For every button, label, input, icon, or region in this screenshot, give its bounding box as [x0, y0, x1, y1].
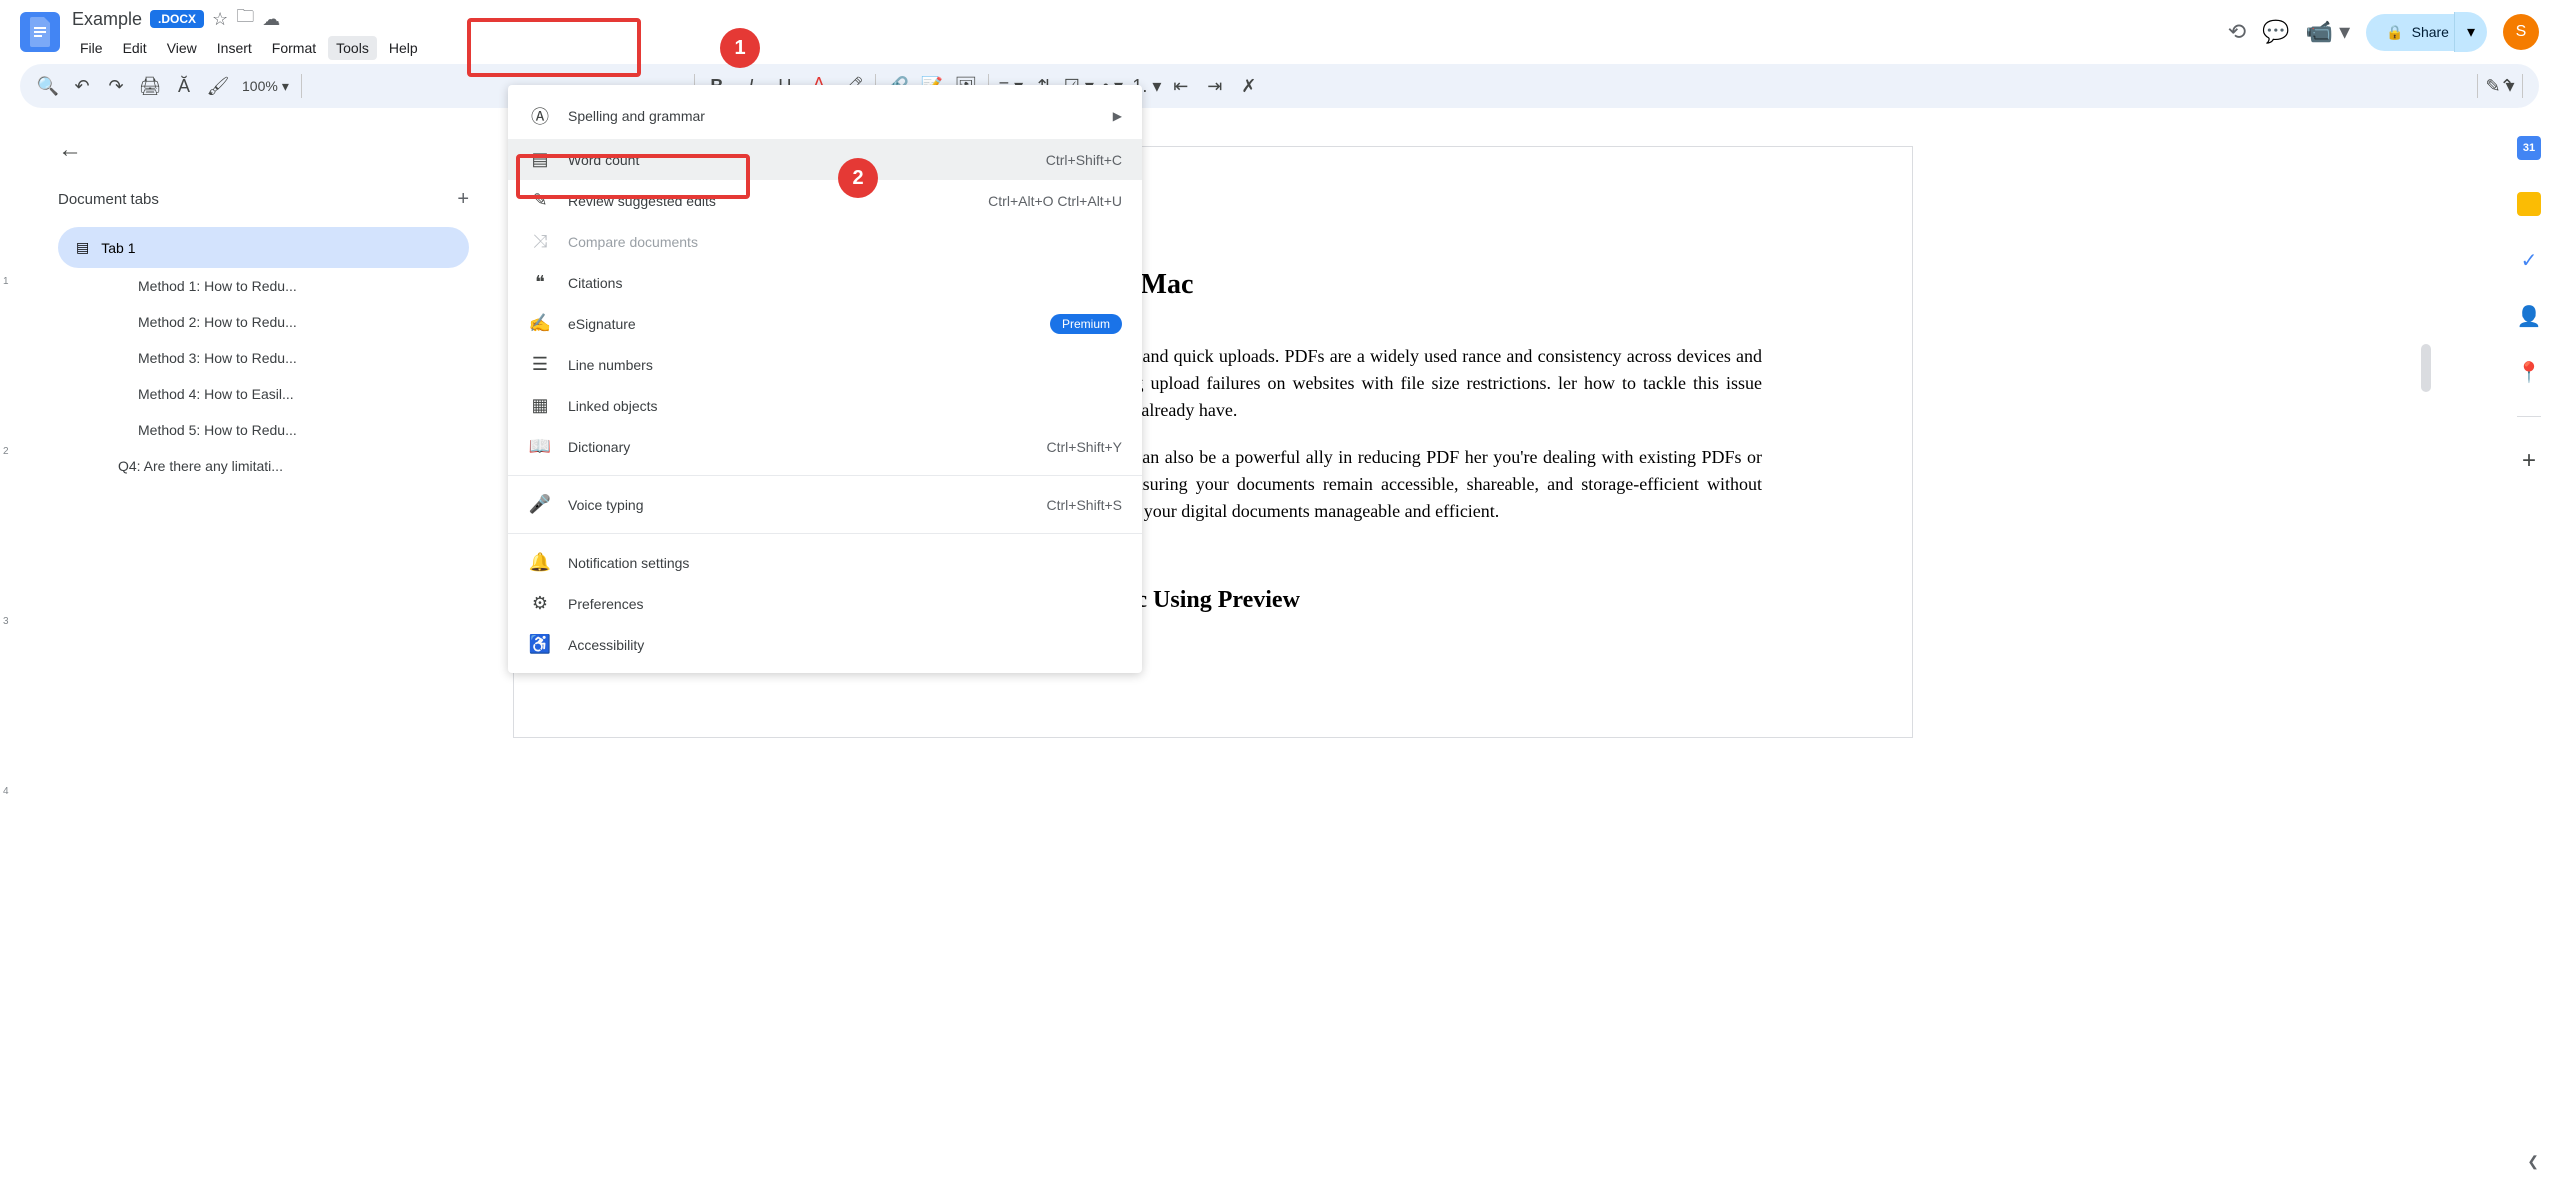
dropdown-line-numbers[interactable]: ☰ Line numbers: [508, 344, 1142, 385]
docs-app-icon[interactable]: [20, 12, 60, 52]
add-tab-icon[interactable]: +: [457, 188, 469, 211]
dropdown-linked-objects[interactable]: ▦ Linked objects: [508, 385, 1142, 426]
docs-logo-icon: [28, 17, 52, 47]
menu-view[interactable]: View: [159, 36, 205, 60]
outline-method-1[interactable]: Method 1: How to Redu...: [58, 268, 469, 304]
outline-q4[interactable]: Q4: Are there any limitati...: [58, 448, 469, 484]
main-area: 1 2 3 4 ← Document tabs + ▤ Tab 1 Method…: [0, 116, 2559, 1190]
menu-file[interactable]: File: [72, 36, 111, 60]
dropdown-voice-typing[interactable]: 🎤 Voice typing Ctrl+Shift+S: [508, 484, 1142, 525]
move-folder-icon[interactable]: 🗀: [236, 4, 254, 34]
preferences-icon: ⚙: [528, 593, 552, 614]
header: Example .DOCX ☆ 🗀 ☁ File Edit View Inser…: [0, 0, 2559, 64]
scrollbar-thumb[interactable]: [2421, 344, 2431, 392]
vertical-ruler[interactable]: 1 2 3 4: [0, 146, 28, 1190]
accessibility-icon: ♿: [528, 634, 552, 655]
side-panel: 31 ✓ 👤 📍 +: [2499, 116, 2559, 1190]
clear-formatting-icon[interactable]: ✗: [1233, 70, 1265, 102]
decrease-indent-icon[interactable]: ⇤: [1165, 70, 1197, 102]
maps-app-icon[interactable]: 📍: [2517, 360, 2541, 384]
annotation-badge-2: 2: [838, 158, 878, 198]
premium-badge: Premium: [1050, 314, 1122, 334]
sidebar-header: Document tabs +: [58, 188, 469, 211]
outline-method-3[interactable]: Method 3: How to Redu...: [58, 340, 469, 376]
dropdown-accessibility[interactable]: ♿ Accessibility: [508, 624, 1142, 665]
dropdown-citations[interactable]: ❝ Citations: [508, 262, 1142, 303]
paint-format-icon[interactable]: 🖌: [202, 70, 234, 102]
line-numbers-icon: ☰: [528, 354, 552, 375]
collapse-toolbar-icon[interactable]: ⌃: [2491, 70, 2523, 102]
title-row: Example .DOCX ☆ 🗀 ☁: [72, 4, 2228, 34]
compare-icon: ⤨: [528, 231, 552, 252]
annotation-box-1: [467, 18, 641, 77]
dropdown-notification-settings[interactable]: 🔔 Notification settings: [508, 542, 1142, 583]
dictionary-icon: 📖: [528, 436, 552, 457]
spellcheck-icon[interactable]: Ă: [168, 70, 200, 102]
menu-edit[interactable]: Edit: [115, 36, 155, 60]
share-label: Share: [2412, 24, 2449, 40]
title-area: Example .DOCX ☆ 🗀 ☁ File Edit View Inser…: [72, 4, 2228, 60]
esignature-icon: ✍: [528, 313, 552, 334]
redo-icon[interactable]: ↷: [100, 70, 132, 102]
dropdown-preferences[interactable]: ⚙ Preferences: [508, 583, 1142, 624]
dropdown-spelling-grammar[interactable]: Ⓐ Spelling and grammar ▶: [508, 93, 1142, 139]
search-icon[interactable]: 🔍: [32, 70, 64, 102]
separator: [2477, 74, 2478, 98]
increase-indent-icon[interactable]: ⇥: [1199, 70, 1231, 102]
tab-1[interactable]: ▤ Tab 1: [58, 227, 469, 268]
menu-insert[interactable]: Insert: [209, 36, 260, 60]
sidebar-title: Document tabs: [58, 191, 159, 208]
citations-icon: ❝: [528, 272, 552, 293]
submenu-arrow-icon: ▶: [1113, 109, 1122, 123]
print-icon[interactable]: 🖨: [134, 70, 166, 102]
linked-objects-icon: ▦: [528, 395, 552, 416]
dropdown-compare-documents: ⤨ Compare documents: [508, 221, 1142, 262]
annotation-badge-1: 1: [720, 28, 760, 68]
menu-format[interactable]: Format: [264, 36, 324, 60]
undo-icon[interactable]: ↶: [66, 70, 98, 102]
star-icon[interactable]: ☆: [212, 9, 228, 30]
calendar-app-icon[interactable]: 31: [2517, 136, 2541, 160]
cloud-status-icon[interactable]: ☁: [262, 9, 280, 30]
contacts-app-icon[interactable]: 👤: [2517, 304, 2541, 328]
dropdown-dictionary[interactable]: 📖 Dictionary Ctrl+Shift+Y: [508, 426, 1142, 467]
bell-icon: 🔔: [528, 552, 552, 573]
menu-help[interactable]: Help: [381, 36, 426, 60]
outline-method-5[interactable]: Method 5: How to Redu...: [58, 412, 469, 448]
document-tab-icon: ▤: [76, 239, 89, 256]
add-addon-icon[interactable]: +: [2517, 449, 2541, 473]
share-dropdown-button[interactable]: ▾: [2454, 12, 2487, 52]
document-title[interactable]: Example: [72, 9, 142, 30]
comments-icon[interactable]: 💬: [2262, 19, 2289, 45]
show-side-panel-icon[interactable]: ❮: [2527, 1153, 2539, 1170]
sidebar: ← Document tabs + ▤ Tab 1 Method 1: How …: [28, 116, 489, 1190]
outline-method-4[interactable]: Method 4: How to Easil...: [58, 376, 469, 412]
separator: [301, 74, 302, 98]
back-arrow-icon[interactable]: ←: [58, 136, 469, 164]
spellcheck-icon: Ⓐ: [528, 103, 552, 129]
zoom-selector[interactable]: 100% ▾: [236, 78, 295, 95]
toolbar: 🔍 ↶ ↷ 🖨 Ă 🖌 100% ▾ B I U A 🖍 🔗 📝 🖼 ≡ ▾ ⇅…: [20, 64, 2539, 108]
keep-app-icon[interactable]: [2517, 192, 2541, 216]
avatar[interactable]: S: [2503, 14, 2539, 50]
menu-tools[interactable]: Tools: [328, 36, 377, 60]
panel-separator: [2517, 416, 2541, 417]
outline-method-2[interactable]: Method 2: How to Redu...: [58, 304, 469, 340]
lock-icon: 🔒: [2386, 24, 2403, 41]
dropdown-esignature[interactable]: ✍ eSignature Premium: [508, 303, 1142, 344]
annotation-box-2: [516, 154, 750, 199]
history-icon[interactable]: ⟲: [2228, 19, 2246, 45]
docx-badge: .DOCX: [150, 10, 204, 28]
dropdown-separator: [508, 475, 1142, 476]
header-right: ⟲ 💬 📹 ▾ 🔒 Share ▾ S: [2228, 12, 2539, 52]
tasks-app-icon[interactable]: ✓: [2517, 248, 2541, 272]
dropdown-separator: [508, 533, 1142, 534]
menu-bar: File Edit View Insert Format Tools Help: [72, 36, 2228, 60]
meet-icon[interactable]: 📹 ▾: [2306, 19, 2351, 45]
microphone-icon: 🎤: [528, 494, 552, 515]
